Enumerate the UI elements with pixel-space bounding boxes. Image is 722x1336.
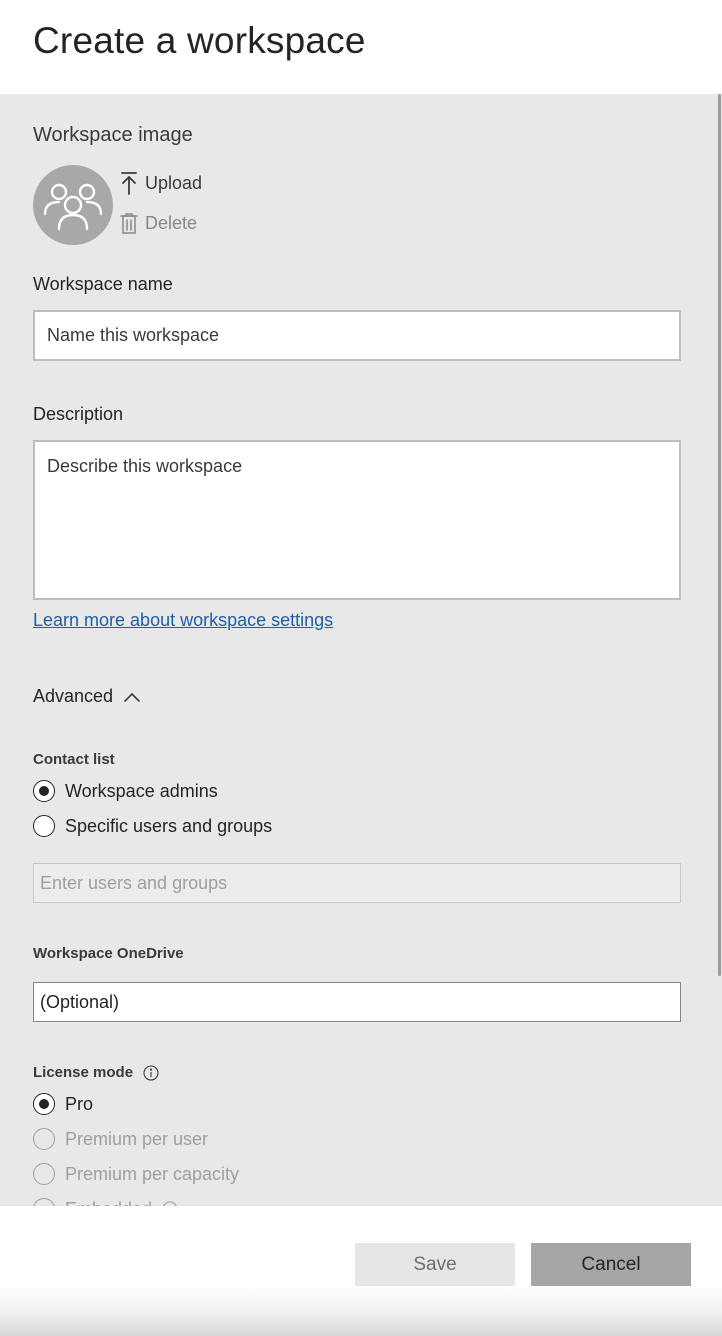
license-mode-text: License mode — [33, 1064, 134, 1081]
cancel-button[interactable]: Cancel — [531, 1243, 691, 1286]
radio-button[interactable] — [33, 1128, 55, 1150]
upload-label: Upload — [145, 172, 203, 193]
form-body[interactable] — [0, 94, 722, 1206]
delete-label: Delete — [145, 212, 198, 233]
chevron-up-icon — [124, 692, 140, 702]
advanced-toggle[interactable]: Advanced — [33, 686, 141, 707]
radio-label: Premium per capacity — [65, 1163, 240, 1184]
onedrive-input[interactable]: (Optional) — [33, 982, 681, 1022]
description-textarea[interactable]: Describe this workspace — [33, 440, 681, 600]
save-button[interactable]: Save — [355, 1243, 515, 1286]
radio-premium-per-capacity[interactable]: Premium per capacity — [33, 1163, 239, 1185]
radio-workspace-admins[interactable]: Workspace admins — [33, 780, 218, 802]
radio-label: Specific users and groups — [65, 815, 273, 836]
onedrive-label: Workspace OneDrive — [33, 945, 184, 962]
radio-premium-per-user[interactable]: Premium per user — [33, 1128, 208, 1150]
radio-label: Premium per user — [65, 1128, 209, 1149]
info-icon[interactable] — [143, 1065, 159, 1081]
radio-label: Pro — [65, 1093, 94, 1114]
radio-button[interactable] — [33, 780, 55, 802]
learn-more-link[interactable]: Learn more about workspace settings — [33, 610, 333, 631]
scrollbar[interactable] — [718, 94, 721, 976]
contact-list-label: Contact list — [33, 751, 115, 768]
users-groups-input[interactable]: Enter users and groups — [33, 863, 681, 903]
radio-label: Workspace admins — [65, 780, 218, 801]
description-label: Description — [33, 404, 124, 424]
delete-image-button[interactable]: Delete — [119, 211, 197, 235]
radio-button[interactable] — [33, 1163, 55, 1185]
trash-icon — [120, 213, 138, 234]
advanced-label: Advanced — [33, 686, 114, 706]
page-title: Create a workspace — [33, 20, 366, 61]
radio-specific-users[interactable]: Specific users and groups — [33, 815, 272, 837]
radio-button[interactable] — [33, 1093, 55, 1115]
license-mode-label: License mode — [33, 1064, 159, 1081]
upload-icon — [121, 172, 137, 195]
workspace-avatar — [33, 165, 113, 245]
workspace-image-title: Workspace image — [33, 124, 193, 146]
workspace-name-label: Workspace name — [33, 274, 173, 294]
workspace-name-input[interactable]: Name this workspace — [33, 310, 681, 361]
people-group-icon — [43, 183, 103, 231]
upload-image-button[interactable]: Upload — [119, 171, 202, 195]
panel-header: Create a workspace — [0, 0, 722, 94]
radio-button[interactable] — [33, 815, 55, 837]
radio-pro[interactable]: Pro — [33, 1093, 93, 1115]
